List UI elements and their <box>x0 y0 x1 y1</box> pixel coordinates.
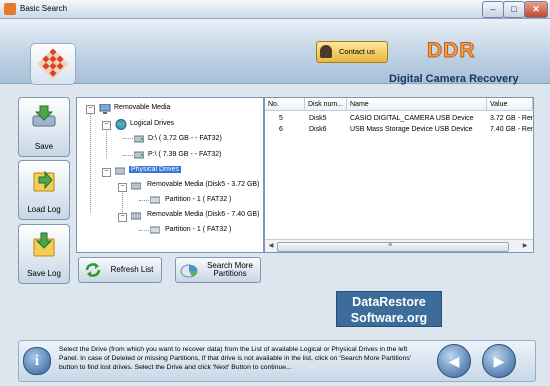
scroll-thumb[interactable]: ≡ <box>277 242 509 252</box>
folder-arrow-icon <box>33 170 55 192</box>
header-banner: Contact us DDR Digital Camera Recovery <box>0 19 550 85</box>
app-icon <box>4 3 16 15</box>
column-header-name[interactable]: Name <box>347 98 487 111</box>
tree-connector <box>90 113 91 213</box>
tree-connector <box>139 200 149 201</box>
tree-logical-drive-d[interactable]: D:\ ( 3.72 GB - - FAT32) <box>148 135 222 142</box>
tree-disk6-partition[interactable]: Partition - 1 ( FAT32 ) <box>165 226 231 233</box>
horizontal-scrollbar[interactable]: ◀ ≡ ▶ <box>265 239 533 252</box>
maximize-button[interactable]: □ <box>503 1 525 18</box>
branding-line2: Software.org <box>350 311 428 325</box>
removable-disk-icon <box>131 182 141 190</box>
product-name: Digital Camera Recovery <box>389 73 519 85</box>
column-header-value[interactable]: Value <box>487 98 533 111</box>
row-value: 7.40 GB - Remove <box>490 126 533 133</box>
drive-tree[interactable]: − Removable Media − Logical Drives D:\ (… <box>76 97 264 253</box>
folder-download-icon <box>33 232 55 257</box>
help-text: Select the Drive (from which you want to… <box>59 346 412 371</box>
tree-collapse-toggle[interactable]: − <box>118 213 127 222</box>
drive-icon <box>134 135 144 143</box>
row-value: 3.72 GB - Remove <box>490 115 533 122</box>
scroll-left-icon[interactable]: ◀ <box>267 242 275 250</box>
column-header-no[interactable]: No. <box>265 98 305 111</box>
footer-help-panel: i Select the Drive (from which you want … <box>18 340 536 382</box>
save-log-label: Save Log <box>27 269 61 278</box>
row-device-name: USB Mass Storage Device USB Device <box>350 126 473 133</box>
close-button[interactable]: ✕ <box>524 1 548 18</box>
disk-list[interactable]: No. Disk num... Name Value 5 Disk5 CASIO… <box>264 97 534 253</box>
brand-logo-text: DDR <box>427 39 476 63</box>
tree-connector <box>123 155 133 156</box>
logo-grid-icon <box>37 48 69 80</box>
row-device-name: CASIO DIGITAL_CAMERA USB Device <box>350 115 474 122</box>
tree-connector <box>139 230 149 231</box>
tree-disk5-partition[interactable]: Partition - 1 ( FAT32 ) <box>165 196 231 203</box>
load-log-label: Load Log <box>27 205 61 214</box>
save-log-button[interactable]: Save Log <box>18 224 70 284</box>
tree-physical-drives-label: Physical Drives <box>129 166 181 173</box>
minimize-button[interactable]: – <box>482 1 504 18</box>
physical-drive-icon <box>115 167 125 175</box>
back-button[interactable]: ◀ <box>437 344 471 378</box>
tree-disk5[interactable]: Removable Media (Disk5 - 3.72 GB) <box>147 181 259 188</box>
save-label: Save <box>34 142 54 151</box>
tree-collapse-toggle[interactable]: − <box>118 183 127 192</box>
refresh-icon <box>85 263 101 277</box>
save-drive-icon <box>32 105 56 127</box>
column-header-disk-number[interactable]: Disk num... <box>305 98 347 111</box>
refresh-list-button[interactable]: Refresh List <box>78 257 162 283</box>
tree-physical-drives[interactable]: Physical Drives <box>129 166 181 173</box>
removable-disk-icon <box>131 212 141 220</box>
app-logo <box>30 43 76 85</box>
person-icon <box>320 45 332 58</box>
tree-collapse-toggle[interactable]: − <box>102 168 111 177</box>
globe-drive-icon <box>115 119 127 130</box>
row-disk-number: Disk5 <box>309 115 327 122</box>
app-window: Basic Search – □ ✕ Contact us DDR Digita… <box>0 0 550 386</box>
next-button[interactable]: ▶ <box>482 344 516 378</box>
window-title: Basic Search <box>20 4 68 13</box>
disk-search-icon <box>180 264 198 278</box>
tree-logical-drive-p[interactable]: P:\ ( 7.39 GB - - FAT32) <box>148 151 221 158</box>
partition-icon <box>150 196 160 204</box>
scroll-right-icon[interactable]: ▶ <box>521 242 529 250</box>
datarestore-branding: DataRestore Software.org <box>336 291 442 327</box>
scroll-grip-icon: ≡ <box>388 242 393 249</box>
back-arrow-icon: ◀ <box>448 353 460 369</box>
tree-connector <box>106 128 107 158</box>
tree-collapse-toggle[interactable]: − <box>102 121 111 130</box>
search-more-label-line2: Partitions <box>213 269 247 278</box>
tree-root-removable-media[interactable]: Removable Media <box>114 104 170 111</box>
next-arrow-icon: ▶ <box>493 353 505 369</box>
save-button[interactable]: Save <box>18 97 70 157</box>
branding-line1: DataRestore <box>352 295 426 309</box>
tree-logical-drives[interactable]: Logical Drives <box>130 120 174 127</box>
title-bar[interactable]: Basic Search – □ ✕ <box>0 0 550 19</box>
contact-us-label: Contact us <box>339 47 375 56</box>
partition-icon <box>150 226 160 234</box>
row-number: 6 <box>279 126 283 133</box>
load-log-button[interactable]: Load Log <box>18 160 70 220</box>
search-more-partitions-button[interactable]: Search More Partitions <box>175 257 261 283</box>
tree-connector <box>123 138 133 139</box>
computer-icon <box>99 104 111 114</box>
row-number: 5 <box>279 115 283 122</box>
contact-us-button[interactable]: Contact us <box>316 41 388 63</box>
drive-icon <box>134 151 144 159</box>
search-more-partitions-label: Search More Partitions <box>202 262 258 278</box>
refresh-list-label: Refresh List <box>110 265 154 274</box>
tree-disk6[interactable]: Removable Media (Disk6 - 7.40 GB) <box>147 211 259 218</box>
info-icon: i <box>23 347 51 375</box>
row-disk-number: Disk6 <box>309 126 327 133</box>
tree-collapse-toggle[interactable]: − <box>86 105 95 114</box>
